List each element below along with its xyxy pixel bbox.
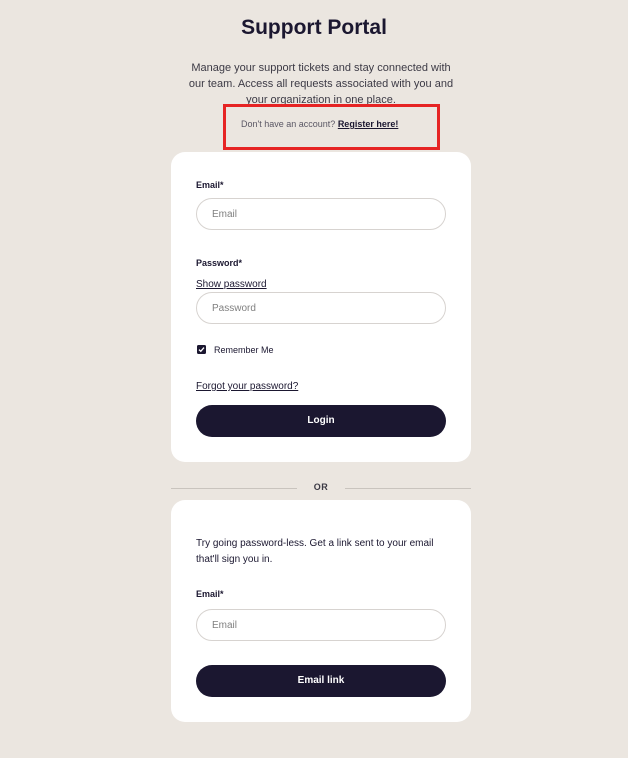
passwordless-card: Try going password-less. Get a link sent… <box>171 500 471 722</box>
passwordless-email-field[interactable] <box>196 609 446 641</box>
divider-line-right <box>345 488 471 489</box>
email-field[interactable] <box>196 198 446 230</box>
email-link-button[interactable]: Email link <box>196 665 446 697</box>
password-label: Password* <box>196 258 243 268</box>
check-icon <box>198 347 205 353</box>
password-field[interactable] <box>196 292 446 324</box>
highlight-box <box>223 104 440 150</box>
passwordless-description: Try going password-less. Get a link sent… <box>196 538 434 565</box>
or-label: OR <box>313 482 329 492</box>
passwordless-email-label: Email* <box>196 589 224 599</box>
forgot-password-link[interactable]: Forgot your password? <box>196 381 298 392</box>
email-label: Email* <box>196 180 224 190</box>
login-button[interactable]: Login <box>196 405 446 437</box>
remember-me-label[interactable]: Remember Me <box>214 345 274 355</box>
or-divider: OR <box>171 482 471 494</box>
page-title: Support Portal <box>241 16 387 39</box>
show-password-link[interactable]: Show password <box>196 279 267 290</box>
remember-me-checkbox[interactable] <box>197 345 206 354</box>
intro-text: Manage your support tickets and stay con… <box>188 62 454 104</box>
login-card: Email* Password* Show password Remember … <box>171 152 471 462</box>
